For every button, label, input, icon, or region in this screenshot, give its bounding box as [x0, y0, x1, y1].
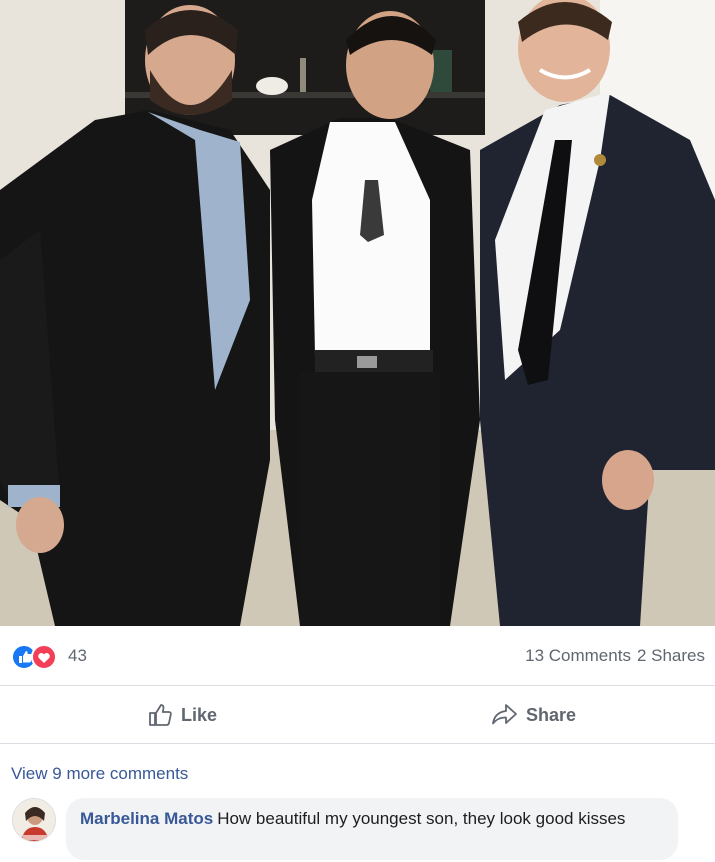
comment-author[interactable]: Marbelina Matos	[80, 809, 213, 828]
shares-count[interactable]: 2 Shares	[637, 646, 705, 665]
love-icon	[31, 644, 57, 670]
post-stats: 13 Comments 2 Shares	[525, 646, 705, 666]
comment-text: How beautiful my youngest son, they look…	[217, 809, 626, 828]
reactions-row: 43 13 Comments 2 Shares	[0, 626, 715, 686]
comment-avatar[interactable]	[12, 798, 56, 842]
user-avatar-icon	[13, 799, 55, 841]
share-arrow-icon	[492, 704, 517, 725]
reaction-count[interactable]: 43	[68, 646, 87, 666]
share-label: Share	[526, 704, 577, 725]
comments-count[interactable]: 13 Comments	[525, 646, 631, 665]
post-action-bar: Like Share	[0, 686, 715, 744]
like-label: Like	[181, 704, 218, 725]
view-more-comments-link[interactable]: View 9 more comments	[11, 764, 188, 784]
thumbs-up-icon	[149, 704, 172, 726]
comment-bubble: Marbelina Matos How beautiful my youngest…	[66, 798, 678, 860]
share-button[interactable]: Share	[490, 700, 576, 730]
reaction-icons[interactable]	[11, 644, 64, 670]
photo-scene	[0, 0, 715, 626]
like-button[interactable]: Like	[147, 700, 217, 730]
post-photo[interactable]	[0, 0, 715, 626]
